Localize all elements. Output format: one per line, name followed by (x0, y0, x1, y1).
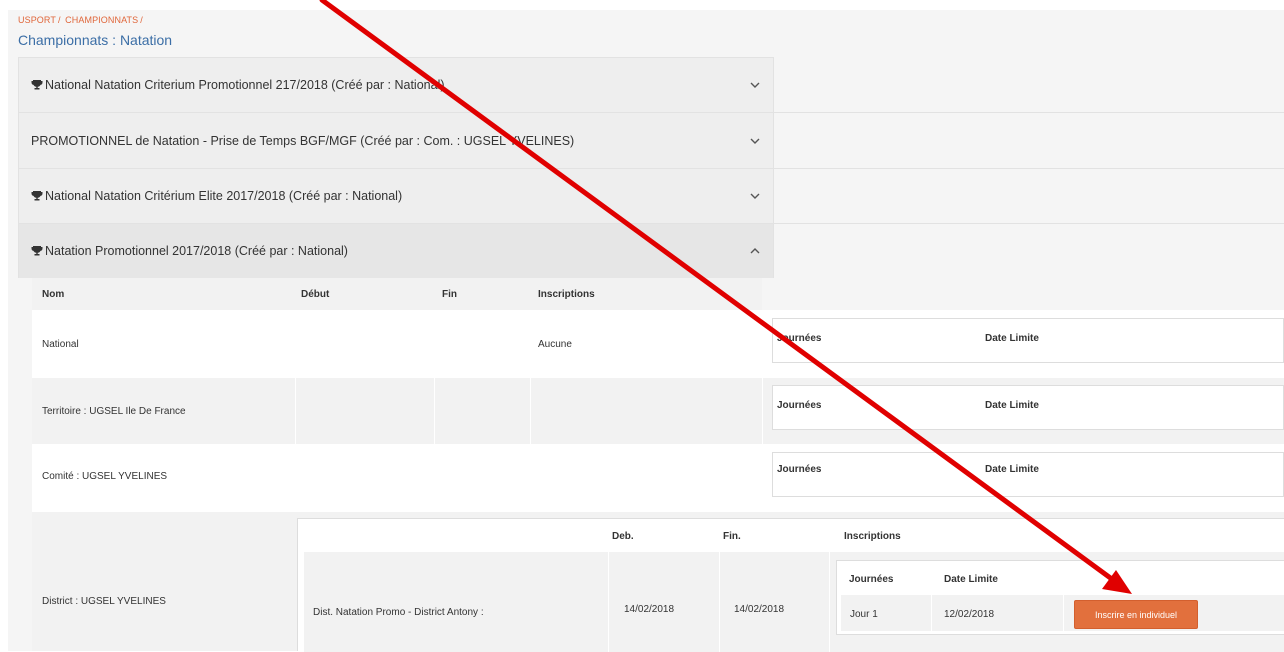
column-header-date-limite: Date Limite (985, 464, 1039, 475)
divider (774, 223, 1284, 224)
column-header-debut: Début (301, 289, 330, 300)
column-divider (829, 552, 830, 652)
column-header-fin: Fin. (723, 531, 741, 542)
trophy-icon (31, 246, 43, 256)
divider (774, 112, 1284, 113)
column-header-journees: Journées (777, 464, 822, 475)
chevron-down-icon[interactable] (749, 190, 761, 202)
breadcrumb: USPORT / CHAMPIONNATS / (18, 15, 145, 25)
column-header-inscriptions: Inscriptions (844, 531, 901, 542)
row-nom: Territoire : UGSEL Ile De France (42, 406, 186, 417)
table-row: Comité : UGSEL YVELINES Journées Date Li… (32, 444, 1284, 512)
breadcrumb-link-championnats[interactable]: CHAMPIONNATS (65, 15, 138, 25)
column-header-deb: Deb. (612, 531, 634, 542)
column-header-date-limite: Date Limite (944, 574, 998, 585)
journees-table: Journées Date Limite (772, 385, 1284, 430)
breadcrumb-separator: / (140, 15, 143, 25)
table-row: Territoire : UGSEL Ile De France Journée… (32, 378, 1284, 444)
breadcrumb-link-usport[interactable]: USPORT (18, 15, 56, 25)
inscription-jour: Jour 1 (850, 609, 878, 620)
column-header-journees: Journées (777, 400, 822, 411)
column-header-inscriptions: Inscriptions (538, 289, 595, 300)
inscription-row: Jour 1 12/02/2018 (841, 595, 1284, 631)
column-divider (762, 378, 763, 444)
inscription-date-limite: 12/02/2018 (944, 609, 995, 620)
accordion-title: National Natation Critérium Elite 2017/2… (31, 189, 402, 203)
column-header-date-limite: Date Limite (985, 333, 1039, 344)
accordion-title: Natation Promotionnel 2017/2018 (Créé pa… (31, 244, 348, 258)
column-header-nom: Nom (42, 289, 65, 300)
column-divider (931, 595, 932, 631)
event-name: Dist. Natation Promo - District Antony : (313, 607, 484, 618)
column-header-journees: Journées (777, 333, 822, 344)
event-deb-date: 14/02/2018 (624, 604, 675, 615)
column-divider (1063, 595, 1064, 631)
inscriptions-table: Journées Date Limite Jour 1 12/02/2018 (836, 560, 1284, 635)
accordion-header-criterium-promotionnel[interactable]: National Natation Criterium Promotionnel… (18, 57, 774, 112)
district-events-table: Deb. Fin. Inscriptions Dist. Natation Pr… (297, 518, 1284, 652)
table-row: National Aucune Journées Date Limite (32, 310, 1284, 378)
trophy-icon (31, 80, 43, 90)
row-nom: National (42, 339, 79, 350)
accordion-header-natation-promotionnel[interactable]: Natation Promotionnel 2017/2018 (Créé pa… (18, 223, 774, 278)
column-divider (608, 552, 609, 652)
breadcrumb-separator: / (57, 15, 61, 25)
chevron-down-icon[interactable] (749, 135, 761, 147)
accordion-title: PROMOTIONNEL de Natation - Prise de Temp… (31, 133, 575, 148)
row-nom: District : UGSEL YVELINES (42, 596, 166, 607)
accordion-header-criterium-elite[interactable]: National Natation Critérium Elite 2017/2… (18, 168, 774, 223)
chevron-up-icon[interactable] (749, 245, 761, 257)
row-inscriptions: Aucune (538, 339, 572, 350)
accordion-header-prise-de-temps[interactable]: PROMOTIONNEL de Natation - Prise de Temp… (18, 112, 774, 168)
inscrire-individuel-button[interactable]: Inscrire en individuel (1074, 600, 1198, 629)
column-header-fin: Fin (442, 289, 457, 300)
column-divider (719, 552, 720, 652)
row-nom: Comité : UGSEL YVELINES (42, 471, 168, 482)
column-header-journees: Journées (849, 574, 894, 585)
column-divider (434, 378, 435, 444)
event-fin-date: 14/02/2018 (734, 604, 785, 615)
journees-table: Journées Date Limite (772, 452, 1284, 497)
chevron-down-icon[interactable] (749, 79, 761, 91)
table-header-row: Nom Début Fin Inscriptions (32, 278, 762, 310)
divider (774, 168, 1284, 169)
column-divider (295, 378, 296, 444)
journees-table: Journées Date Limite (772, 318, 1284, 363)
trophy-icon (31, 191, 43, 201)
column-header-date-limite: Date Limite (985, 400, 1039, 411)
page-title: Championnats : Natation (18, 32, 173, 48)
table-row: District : UGSEL YVELINES Deb. Fin. Insc… (32, 512, 1284, 652)
accordion-title: National Natation Criterium Promotionnel… (31, 78, 445, 92)
column-divider (530, 378, 531, 444)
